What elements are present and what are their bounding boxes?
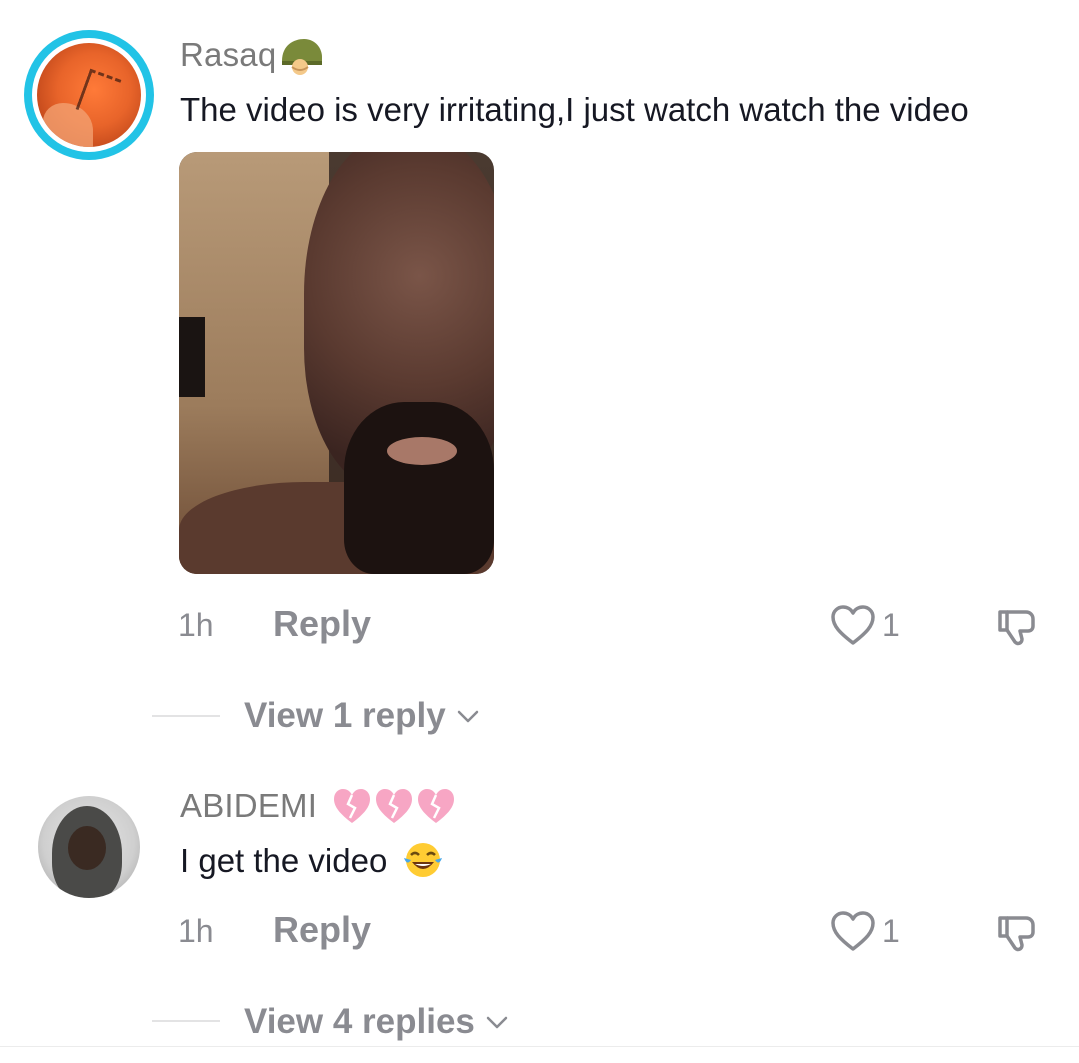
reply-button[interactable]: Reply xyxy=(273,910,371,950)
comment-item: ABIDEMI I get the video 1h Reply 1 View … xyxy=(0,0,1079,1063)
face-with-tears-of-joy-icon xyxy=(403,843,442,878)
chevron-down-icon xyxy=(486,1016,508,1029)
like-count: 1 xyxy=(882,913,900,949)
username-text: ABIDEMI xyxy=(180,787,318,824)
replies-divider xyxy=(152,1020,220,1022)
like-button[interactable]: 1 xyxy=(830,910,900,952)
heart-outline-icon xyxy=(831,911,875,951)
dislike-icon[interactable] xyxy=(992,908,1040,956)
avatar-detail xyxy=(68,826,106,870)
comment-username[interactable]: ABIDEMI xyxy=(180,786,462,826)
comment-text-body: I get the video xyxy=(180,842,388,879)
view-replies-button[interactable]: View 4 replies xyxy=(244,1002,509,1042)
broken-heart-icon xyxy=(334,789,455,824)
avatar[interactable] xyxy=(38,796,140,898)
comment-timestamp: 1h xyxy=(178,913,214,949)
view-replies-label: View 4 replies xyxy=(244,1002,475,1041)
comment-text: I get the video xyxy=(180,841,445,881)
bottom-divider xyxy=(0,1046,1079,1047)
